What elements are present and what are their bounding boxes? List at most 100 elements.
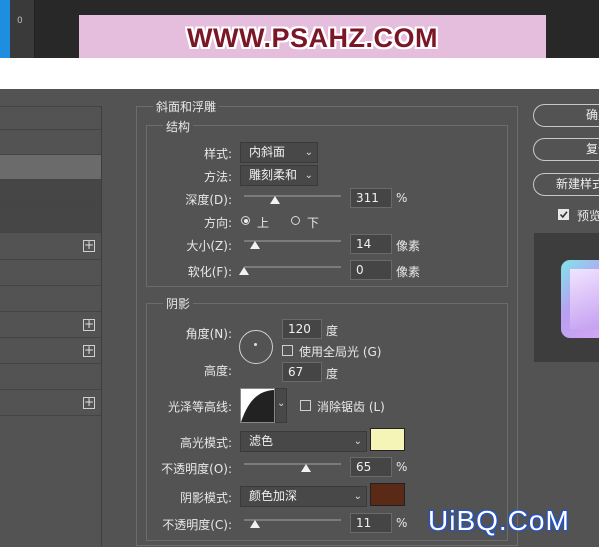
angle-field[interactable]: 120 [282, 319, 322, 339]
global-light-label: 使用全局光 (G) [299, 345, 382, 359]
style-list-item[interactable] [0, 205, 101, 233]
highlight-opacity-slider-handle[interactable] [301, 464, 311, 472]
size-label: 大小(Z): [186, 239, 232, 253]
direction-label: 方向: [203, 216, 232, 230]
angle-dial-marker [254, 343, 257, 346]
gloss-contour-dropdown[interactable]: ⌄ [275, 388, 287, 423]
check-icon [559, 211, 568, 219]
highlight-opacity-field[interactable]: 65 [350, 457, 392, 477]
direction-down-radio[interactable] [291, 216, 300, 225]
altitude-field[interactable]: 67 [282, 362, 322, 382]
gloss-contour-preview[interactable] [240, 388, 275, 423]
angle-dial[interactable] [239, 330, 273, 364]
preview-checkbox[interactable] [558, 209, 569, 220]
style-select[interactable]: 内斜面 ⌄ [240, 142, 318, 163]
shadow-opacity-label: 不透明度(C): [162, 518, 232, 532]
ok-button[interactable]: 确定 [533, 104, 599, 127]
chevron-down-icon: ⌄ [304, 170, 313, 181]
technique-select-value: 雕刻柔和 [249, 168, 298, 182]
canvas-banner: WWW.PSAHZ.COM [79, 15, 546, 58]
soften-field[interactable]: 0 [350, 260, 392, 280]
add-icon[interactable]: + [83, 396, 95, 409]
style-list-item[interactable]: + [0, 232, 101, 260]
add-icon[interactable]: + [83, 344, 95, 357]
panel-edge [0, 0, 10, 58]
chevron-down-icon: ⌄ [353, 436, 362, 447]
style-list-item[interactable] [0, 129, 101, 155]
technique-select[interactable]: 雕刻柔和 ⌄ [240, 165, 318, 186]
technique-label: 方法: [203, 170, 232, 184]
preview-label: 预览 [577, 209, 599, 223]
angle-unit: 度 [326, 324, 339, 338]
add-icon[interactable]: + [83, 318, 95, 331]
chevron-down-icon: ⌄ [277, 398, 286, 409]
size-unit: 像素 [396, 239, 421, 253]
soften-unit: 像素 [396, 265, 421, 279]
direction-down-label: 下 [307, 216, 320, 230]
shadow-opacity-slider-handle[interactable] [250, 520, 260, 528]
altitude-unit: 度 [326, 367, 339, 381]
banner-text: WWW.PSAHZ.COM [187, 23, 438, 53]
depth-label: 深度(D): [185, 193, 232, 207]
highlight-opacity-label: 不透明度(O): [161, 462, 232, 476]
reset-button[interactable]: 复位 [533, 138, 599, 161]
style-list-item-selected[interactable] [0, 154, 101, 180]
direction-up-label: 上 [257, 216, 270, 230]
style-list-item[interactable] [0, 363, 101, 390]
site-watermark: UiBQ.CoM [428, 505, 570, 536]
anti-aliased-label: 消除锯齿 (L) [317, 400, 385, 414]
style-list-item[interactable]: + [0, 337, 101, 364]
size-field[interactable]: 14 [350, 234, 392, 254]
depth-field[interactable]: 311 [350, 188, 392, 208]
shadow-mode-label: 阴影模式: [179, 491, 232, 505]
shadow-mode-value: 颜色加深 [249, 489, 298, 503]
depth-unit: % [396, 191, 408, 205]
highlight-color-swatch[interactable] [370, 428, 405, 451]
vertical-ruler: 0 [10, 0, 35, 58]
highlight-mode-value: 滤色 [249, 434, 274, 448]
style-select-value: 内斜面 [249, 145, 286, 159]
depth-slider-track[interactable] [244, 195, 341, 197]
preview-swatch [561, 260, 599, 338]
direction-up-radio[interactable] [241, 216, 250, 225]
style-list-item[interactable] [0, 106, 101, 130]
style-list-item[interactable] [0, 179, 101, 206]
structure-title: 结构 [163, 118, 194, 135]
chevron-down-icon: ⌄ [304, 147, 313, 158]
anti-aliased-checkbox[interactable] [300, 400, 311, 411]
shadow-color-swatch[interactable] [370, 483, 405, 506]
global-light-checkbox[interactable] [282, 345, 293, 356]
gloss-contour-label: 光泽等高线: [167, 400, 232, 414]
soften-slider-track[interactable] [244, 266, 341, 268]
shadow-opacity-field[interactable]: 11 [350, 513, 392, 533]
shadow-opacity-unit: % [396, 516, 408, 530]
contour-curve-icon [241, 390, 274, 422]
ruler-tick-label: 0 [17, 16, 23, 26]
canvas-background [0, 58, 599, 89]
highlight-opacity-slider-track[interactable] [244, 463, 341, 465]
add-icon[interactable]: + [83, 239, 95, 252]
bevel-emboss-title: 斜面和浮雕 [153, 98, 220, 115]
depth-slider-handle[interactable] [270, 196, 280, 204]
style-list: + + + + [0, 106, 102, 546]
size-slider-handle[interactable] [250, 241, 260, 249]
highlight-mode-label: 高光模式: [179, 436, 232, 450]
soften-label: 软化(F): [187, 265, 232, 279]
style-list-item[interactable]: + [0, 389, 101, 416]
preview-swatch-inner [570, 269, 599, 329]
style-label: 样式: [203, 147, 232, 161]
style-list-item[interactable] [0, 415, 101, 547]
highlight-mode-select[interactable]: 滤色 ⌄ [240, 431, 367, 452]
style-list-item[interactable]: + [0, 311, 101, 338]
altitude-label: 高度: [203, 364, 232, 378]
soften-slider-handle[interactable] [239, 267, 249, 275]
shadow-mode-select[interactable]: 颜色加深 ⌄ [240, 486, 367, 507]
shading-title: 阴影 [163, 295, 194, 312]
highlight-opacity-unit: % [396, 460, 408, 474]
style-list-item[interactable] [0, 285, 101, 312]
new-style-button[interactable]: 新建样式 [533, 173, 599, 196]
style-preview-box [534, 233, 599, 362]
angle-label: 角度(N): [185, 327, 232, 341]
chevron-down-icon: ⌄ [353, 491, 362, 502]
style-list-item[interactable] [0, 259, 101, 286]
